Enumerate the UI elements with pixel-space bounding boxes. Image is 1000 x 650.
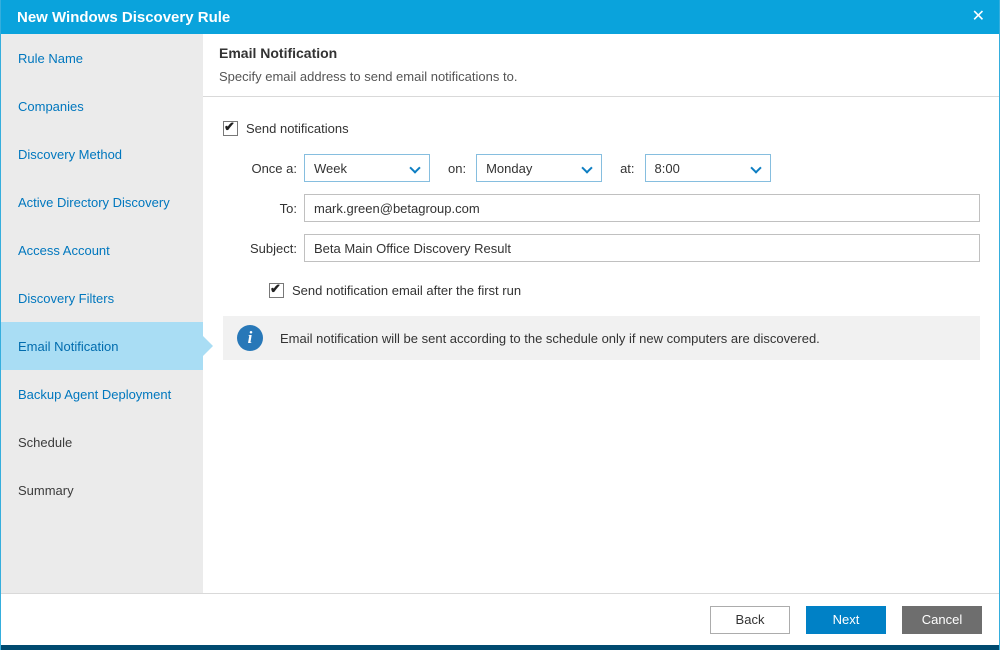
subject-row: Subject: (223, 234, 980, 262)
close-icon[interactable]: ✕ (972, 9, 985, 25)
chevron-down-icon (581, 162, 593, 174)
back-button[interactable]: Back (710, 605, 790, 634)
cancel-button[interactable]: Cancel (902, 605, 982, 634)
subject-input[interactable] (304, 234, 980, 262)
wizard-content: Email Notification Specify email address… (203, 34, 999, 593)
on-label: on: (448, 160, 467, 176)
window-title: New Windows Discovery Rule (17, 8, 231, 26)
send-notifications-label: Send notifications (246, 121, 349, 136)
first-run-row: Send notification email after the first … (269, 281, 980, 298)
once-a-label: Once a: (251, 160, 297, 176)
wizard-sidebar: Rule Name Companies Discovery Method Act… (1, 34, 213, 593)
sidebar-item-rule-name[interactable]: Rule Name (1, 34, 203, 82)
footer-bar: Back Next Cancel (1, 593, 999, 645)
time-select[interactable]: 8:00 (644, 154, 771, 182)
to-row: To: (223, 194, 980, 222)
sidebar-item-backup-agent-deployment[interactable]: Backup Agent Deployment (1, 370, 203, 418)
info-text: Email notification will be sent accordin… (280, 330, 820, 346)
sidebar-item-summary: Summary (18, 482, 74, 498)
send-notifications-row: Send notifications (223, 119, 980, 136)
chevron-down-icon (749, 162, 762, 174)
frequency-value: Week (314, 160, 347, 176)
sidebar-item-active-directory-discovery[interactable]: Active Directory Discovery (1, 178, 203, 226)
at-label: at: (620, 160, 635, 176)
sidebar-item-schedule: Schedule (18, 434, 73, 450)
to-input[interactable] (304, 194, 980, 222)
dialog-new-windows-discovery-rule: New Windows Discovery Rule ✕ Rule Name C… (0, 0, 1000, 650)
sidebar-item-access-account[interactable]: Access Account (1, 226, 203, 274)
send-notifications-checkbox[interactable] (223, 119, 238, 136)
window-bottom-border (1, 645, 999, 650)
sidebar-item-discovery-filters[interactable]: Discovery Filters (1, 274, 203, 322)
sidebar-item-discovery-method[interactable]: Discovery Method (1, 130, 203, 178)
day-select[interactable]: Monday (476, 154, 603, 182)
page-header: Email Notification Specify email address… (203, 34, 999, 97)
page-title: Email Notification (219, 45, 338, 61)
first-run-label: Send notification email after the first … (292, 283, 522, 298)
time-value: 8:00 (654, 160, 680, 176)
first-run-checkbox[interactable] (269, 281, 284, 298)
info-banner: i Email notification will be sent accord… (223, 316, 980, 360)
chevron-down-icon (409, 162, 421, 174)
schedule-row: Once a: Week on: Monday at: 8:00 (223, 154, 980, 182)
sidebar-item-email-notification[interactable]: Email Notification (1, 322, 213, 370)
page-subtitle: Specify email address to send email noti… (219, 69, 518, 84)
day-value: Monday (486, 160, 533, 176)
subject-label: Subject: (250, 240, 297, 256)
next-button[interactable]: Next (806, 605, 886, 634)
frequency-select[interactable]: Week (304, 154, 430, 182)
info-icon: i (237, 325, 263, 351)
sidebar-item-companies[interactable]: Companies (1, 82, 203, 130)
title-bar: New Windows Discovery Rule ✕ (1, 0, 999, 34)
to-label: To: (279, 200, 297, 216)
